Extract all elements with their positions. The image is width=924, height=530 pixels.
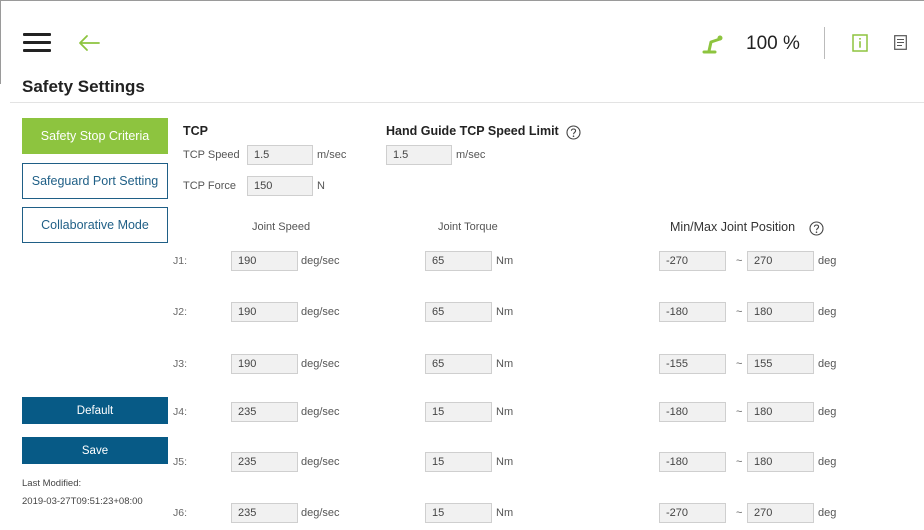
joint-position-unit: deg [818, 406, 837, 418]
back-arrow-icon[interactable] [75, 29, 103, 57]
joint-position-unit: deg [818, 456, 837, 468]
hand-guide-speed-input[interactable] [386, 145, 452, 165]
joint-speed-input[interactable] [231, 251, 298, 271]
tcp-speed-unit: m/sec [317, 149, 347, 161]
joint-min-input[interactable] [659, 503, 726, 523]
sidebar-item-safeguard-port-setting[interactable]: Safeguard Port Setting [22, 163, 168, 199]
joint-max-input[interactable] [747, 251, 814, 271]
sidebar-item-collaborative-mode[interactable]: Collaborative Mode [22, 207, 168, 243]
joint-torque-input[interactable] [425, 503, 492, 523]
joint-speed-unit: deg/sec [301, 406, 340, 418]
joint-speed-input[interactable] [231, 402, 298, 422]
joint-speed-unit: deg/sec [301, 456, 340, 468]
joint-speed-unit: deg/sec [301, 358, 340, 370]
joint-torque-unit: Nm [496, 507, 514, 519]
range-separator: ~ [736, 456, 743, 468]
tcp-speed-input[interactable] [247, 145, 313, 165]
joint-torque-input[interactable] [425, 452, 492, 472]
joint-label: J2: [173, 306, 188, 318]
tcp-force-label: TCP Force [183, 180, 236, 192]
joint-position-unit: deg [818, 306, 837, 318]
joint-position-unit: deg [818, 358, 837, 370]
joint-speed-unit: deg/sec [301, 255, 340, 267]
joint-position-header: Min/Max Joint Position [670, 220, 796, 234]
joint-torque-input[interactable] [425, 402, 492, 422]
joint-max-input[interactable] [747, 452, 814, 472]
joint-position-unit: deg [818, 255, 837, 267]
page-title: Safety Settings [22, 77, 145, 96]
joint-torque-input[interactable] [425, 251, 492, 271]
range-separator: ~ [736, 306, 743, 318]
log-icon[interactable] [894, 35, 907, 50]
joint-min-input[interactable] [659, 302, 726, 322]
robot-arm-icon [702, 35, 723, 54]
joint-torque-unit: Nm [496, 306, 514, 318]
joint-speed-input[interactable] [231, 452, 298, 472]
range-separator: ~ [736, 406, 743, 418]
joint-label: J1: [173, 255, 188, 267]
joint-position-unit: deg [818, 507, 837, 519]
header-divider [824, 27, 825, 59]
joint-torque-unit: Nm [496, 358, 514, 370]
joint-min-input[interactable] [659, 251, 726, 271]
joint-min-input[interactable] [659, 402, 726, 422]
joint-speed-unit: deg/sec [301, 507, 340, 519]
joint-speed-input[interactable] [231, 354, 298, 374]
info-icon[interactable] [852, 34, 868, 52]
joint-speed-unit: deg/sec [301, 306, 340, 318]
joint-max-input[interactable] [747, 302, 814, 322]
help-icon[interactable] [566, 125, 581, 140]
joint-torque-unit: Nm [496, 456, 514, 468]
joint-min-input[interactable] [659, 452, 726, 472]
last-modified-value: 2019-03-27T09:51:23+08:00 [22, 496, 143, 507]
joint-torque-input[interactable] [425, 302, 492, 322]
joint-min-input[interactable] [659, 354, 726, 374]
tcp-force-input[interactable] [247, 176, 313, 196]
joint-torque-unit: Nm [496, 255, 514, 267]
hand-guide-title: Hand Guide TCP Speed Limit [386, 124, 559, 138]
speed-percent: 100 % [746, 33, 800, 54]
range-separator: ~ [736, 255, 743, 267]
joint-speed-input[interactable] [231, 302, 298, 322]
joint-torque-unit: Nm [496, 406, 514, 418]
joint-max-input[interactable] [747, 354, 814, 374]
joint-torque-input[interactable] [425, 354, 492, 374]
joint-torque-header: Joint Torque [438, 221, 498, 233]
menu-icon[interactable] [23, 33, 51, 53]
joint-label: J4: [173, 406, 188, 418]
range-separator: ~ [736, 507, 743, 519]
joint-label: J5: [173, 456, 188, 468]
help-icon[interactable] [809, 221, 824, 236]
save-button[interactable]: Save [22, 437, 168, 464]
sidebar-item-safety-stop-criteria[interactable]: Safety Stop Criteria [22, 118, 168, 154]
default-button[interactable]: Default [22, 397, 168, 424]
tcp-title: TCP [183, 124, 208, 138]
joint-max-input[interactable] [747, 402, 814, 422]
joint-speed-input[interactable] [231, 503, 298, 523]
tcp-force-unit: N [317, 180, 325, 192]
joint-max-input[interactable] [747, 503, 814, 523]
last-modified-label: Last Modified: [22, 478, 82, 489]
range-separator: ~ [736, 358, 743, 370]
top-bar: 100 % [0, 0, 924, 84]
tcp-speed-label: TCP Speed [183, 149, 240, 161]
hand-guide-speed-unit: m/sec [456, 149, 486, 161]
title-divider [10, 102, 924, 103]
joint-speed-header: Joint Speed [252, 221, 311, 233]
joint-label: J3: [173, 358, 188, 370]
joint-label: J6: [173, 507, 188, 519]
